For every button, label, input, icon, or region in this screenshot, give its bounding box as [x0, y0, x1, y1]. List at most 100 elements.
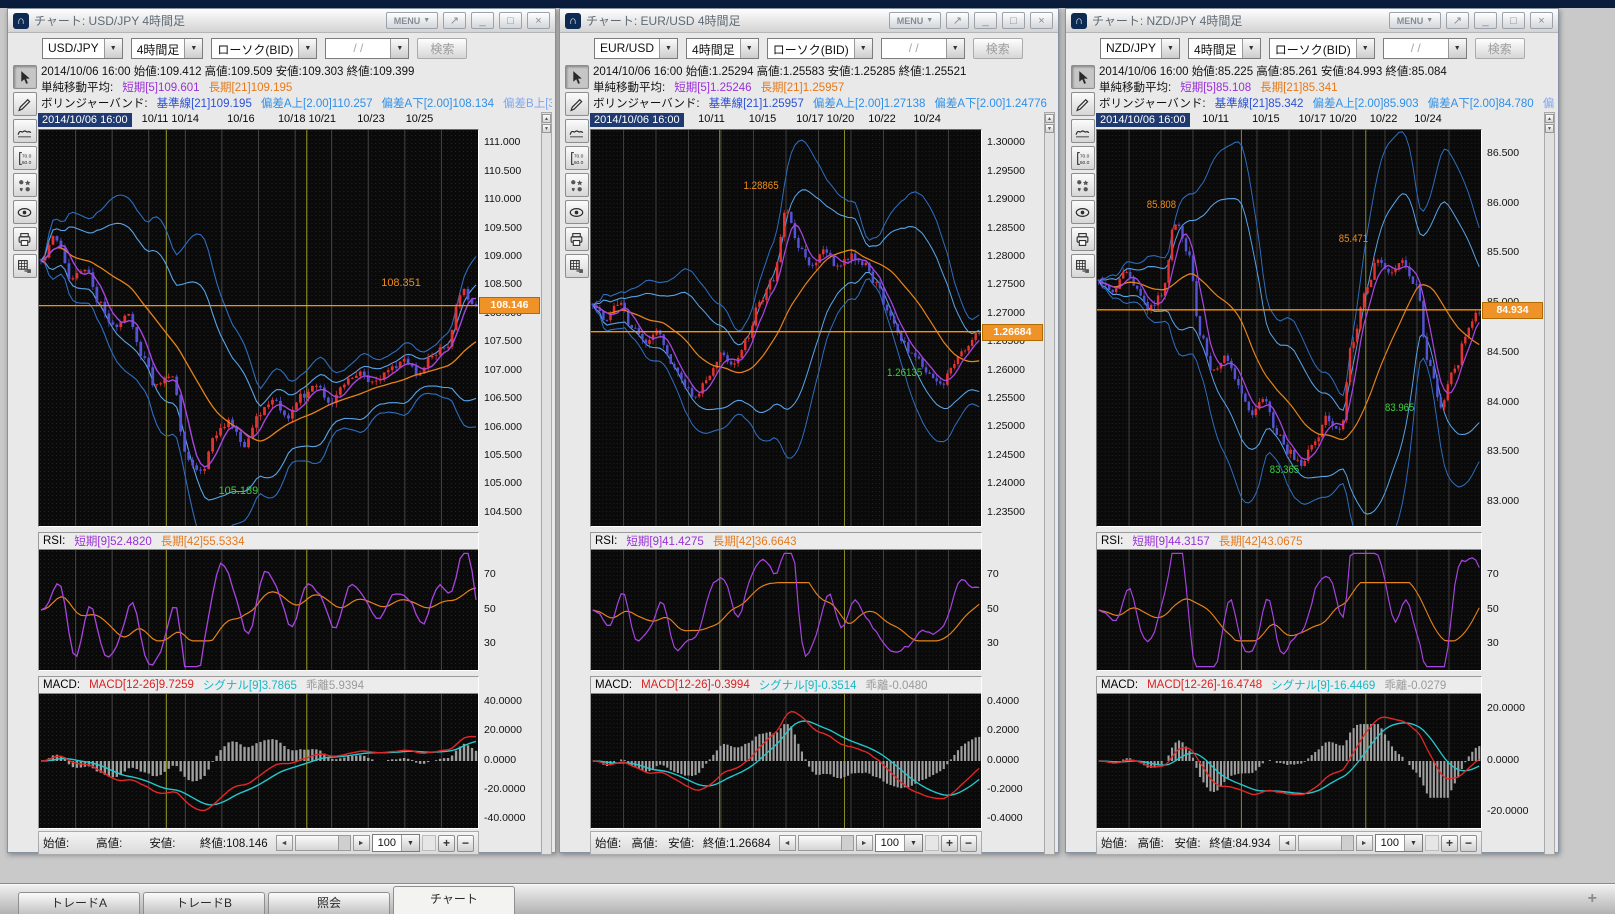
vertical-scrollbar[interactable]: ▲ ▼ [1044, 112, 1055, 855]
chevron-down-icon[interactable]: ▼ [854, 39, 872, 58]
menu-button[interactable]: MENU▼ [386, 12, 438, 29]
menu-button[interactable]: MENU▼ [889, 12, 941, 29]
scrollbar-thumb[interactable] [1299, 836, 1342, 850]
chevron-down-icon[interactable]: ▼ [659, 39, 677, 58]
visibility-button[interactable] [13, 200, 37, 224]
zoom-out-button[interactable]: − [960, 835, 977, 852]
chevron-down-icon[interactable]: ▼ [1448, 39, 1466, 58]
zoom-out-button[interactable]: − [457, 835, 474, 852]
titlebar[interactable]: ∩ チャート: EUR/USD 4時間足 MENU▼ ↗ _ □ × [560, 9, 1058, 33]
main-chart[interactable]: 1.288651.26135 [590, 129, 982, 527]
maximize-button[interactable]: □ [1002, 12, 1025, 29]
export-button[interactable] [13, 254, 37, 278]
zoom-level-select[interactable]: 100▼ [372, 834, 420, 852]
select-tool-button[interactable] [13, 65, 37, 89]
scroll-down-icon[interactable]: ▼ [1045, 124, 1054, 133]
zoom-in-button[interactable]: + [438, 835, 455, 852]
scroll-left-button[interactable]: ◄ [779, 835, 796, 851]
popout-button[interactable]: ↗ [1446, 12, 1469, 29]
tab-inquiry[interactable]: 照会 [268, 892, 390, 914]
chart-style-select[interactable]: ローソク(BID)▼ [1269, 38, 1375, 59]
macd-chart[interactable] [591, 693, 981, 828]
chart-type-button[interactable] [565, 119, 589, 143]
scroll-down-icon[interactable]: ▼ [1545, 124, 1554, 133]
draw-tool-button[interactable] [565, 92, 589, 116]
chevron-down-icon[interactable]: ▼ [1242, 39, 1260, 58]
scale-settings-button[interactable] [13, 146, 37, 170]
scrollbar-thumb[interactable] [296, 836, 339, 850]
marker-tool-button[interactable] [1071, 173, 1095, 197]
titlebar[interactable]: ∩ チャート: NZD/JPY 4時間足 MENU▼ ↗ _ □ × [1066, 9, 1558, 33]
add-tab-icon[interactable]: + [1588, 890, 1597, 908]
scroll-up-icon[interactable]: ▲ [542, 114, 551, 123]
chart-type-button[interactable] [1071, 119, 1095, 143]
timeframe-select[interactable]: 4時間足▼ [686, 38, 759, 59]
menu-button[interactable]: MENU▼ [1389, 12, 1441, 29]
tab-trade-b[interactable]: トレードB [143, 892, 265, 914]
date-input[interactable]: / /▼ [325, 38, 409, 59]
close-button[interactable]: × [1530, 12, 1553, 29]
marker-tool-button[interactable] [565, 173, 589, 197]
chevron-down-icon[interactable]: ▼ [946, 39, 964, 58]
pair-select[interactable]: NZD/JPY▼ [1100, 38, 1180, 59]
select-tool-button[interactable] [565, 65, 589, 89]
scroll-left-button[interactable]: ◄ [1279, 835, 1296, 851]
select-tool-button[interactable] [1071, 65, 1095, 89]
chevron-down-icon[interactable]: ▼ [390, 39, 408, 58]
zoom-in-button[interactable]: + [941, 835, 958, 852]
maximize-button[interactable]: □ [1502, 12, 1525, 29]
marker-tool-button[interactable] [13, 173, 37, 197]
minimize-button[interactable]: _ [471, 12, 494, 29]
scroll-right-button[interactable]: ► [1356, 835, 1373, 851]
chevron-down-icon[interactable]: ▼ [184, 39, 202, 58]
tab-trade-a[interactable]: トレードA [18, 892, 140, 914]
vertical-scrollbar[interactable]: ▲ ▼ [1544, 112, 1555, 855]
visibility-button[interactable] [1071, 200, 1095, 224]
rsi-chart[interactable] [1097, 549, 1481, 670]
pair-select[interactable]: EUR/USD▼ [594, 38, 678, 59]
export-button[interactable] [1071, 254, 1095, 278]
rsi-chart[interactable] [591, 549, 981, 670]
chevron-down-icon[interactable]: ▼ [298, 39, 316, 58]
search-button[interactable]: 検索 [417, 38, 467, 59]
scroll-right-button[interactable]: ► [353, 835, 370, 851]
chevron-down-icon[interactable]: ▼ [1161, 39, 1179, 58]
timeframe-select[interactable]: 4時間足▼ [1188, 38, 1261, 59]
maximize-button[interactable]: □ [499, 12, 522, 29]
rsi-chart[interactable] [39, 549, 478, 670]
chart-style-select[interactable]: ローソク(BID)▼ [767, 38, 873, 59]
scroll-left-button[interactable]: ◄ [276, 835, 293, 851]
scale-settings-button[interactable] [565, 146, 589, 170]
macd-chart[interactable] [1097, 693, 1481, 828]
zoom-level-select[interactable]: 100▼ [875, 834, 923, 852]
vertical-scrollbar[interactable]: ▲ ▼ [541, 112, 552, 855]
chevron-down-icon[interactable]: ▼ [1356, 39, 1374, 58]
scrollbar-thumb[interactable] [799, 836, 842, 850]
visibility-button[interactable] [565, 200, 589, 224]
zoom-in-button[interactable]: + [1441, 835, 1458, 852]
date-input[interactable]: / /▼ [881, 38, 965, 59]
minimize-button[interactable]: _ [1474, 12, 1497, 29]
draw-tool-button[interactable] [13, 92, 37, 116]
main-chart[interactable]: 85.80885.47183.96583.365 [1096, 129, 1482, 527]
popout-button[interactable]: ↗ [946, 12, 969, 29]
horizontal-scrollbar[interactable] [1298, 835, 1354, 851]
date-input[interactable]: / /▼ [1383, 38, 1467, 59]
search-button[interactable]: 検索 [1475, 38, 1525, 59]
chevron-down-icon[interactable]: ▼ [401, 835, 419, 851]
chevron-down-icon[interactable]: ▼ [1404, 835, 1422, 851]
horizontal-scrollbar[interactable] [295, 835, 351, 851]
scale-settings-button[interactable] [1071, 146, 1095, 170]
titlebar[interactable]: ∩ チャート: USD/JPY 4時間足 MENU▼ ↗ _ □ × [8, 9, 555, 33]
popout-button[interactable]: ↗ [443, 12, 466, 29]
search-button[interactable]: 検索 [973, 38, 1023, 59]
timeframe-select[interactable]: 4時間足▼ [131, 38, 204, 59]
scroll-up-icon[interactable]: ▲ [1545, 114, 1554, 123]
scroll-up-icon[interactable]: ▲ [1045, 114, 1054, 123]
scroll-down-icon[interactable]: ▼ [542, 124, 551, 133]
zoom-out-button[interactable]: − [1460, 835, 1477, 852]
pair-select[interactable]: USD/JPY▼ [42, 38, 123, 59]
scroll-right-button[interactable]: ► [856, 835, 873, 851]
chart-type-button[interactable] [13, 119, 37, 143]
horizontal-scrollbar[interactable] [798, 835, 854, 851]
